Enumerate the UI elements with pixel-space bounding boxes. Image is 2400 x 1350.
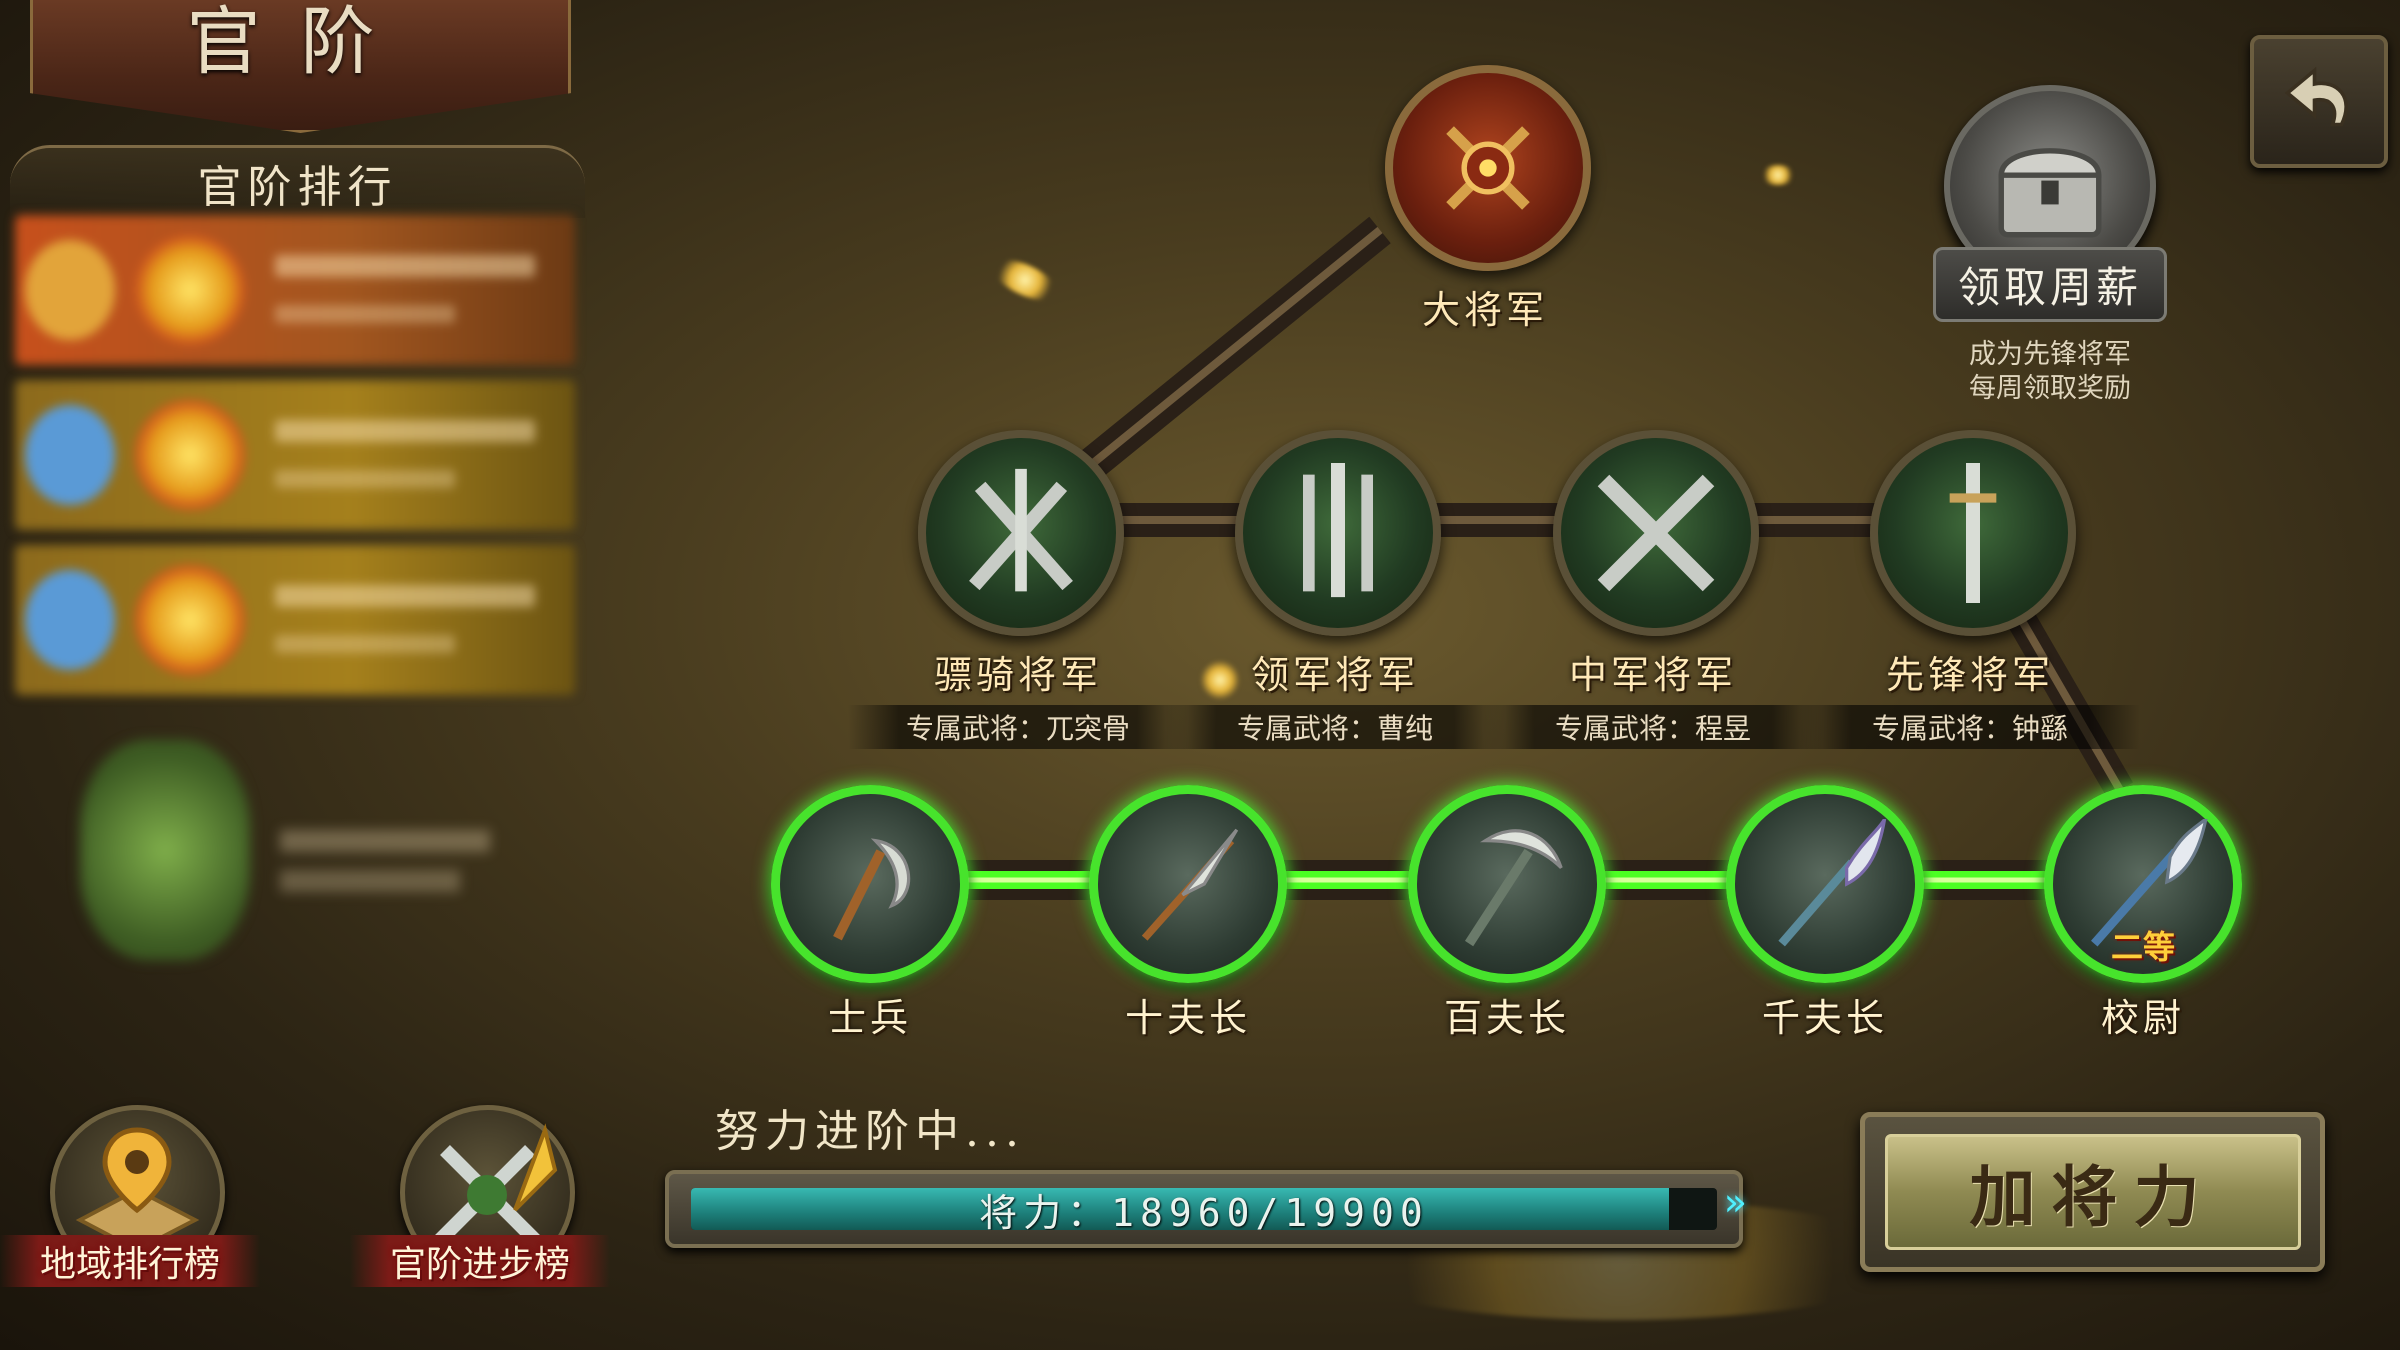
ranking-header: 官阶排行 — [10, 145, 585, 218]
rank-node-squad-leader[interactable]: 十夫长 — [1088, 785, 1288, 1042]
add-power-button[interactable]: 加将力 — [1860, 1112, 2325, 1272]
rank-name: 十夫长 — [1124, 996, 1251, 1040]
ranking-row-text — [275, 585, 535, 607]
dagger-icon — [1089, 785, 1287, 983]
page-title: 官阶 — [186, 0, 415, 85]
rank-name: 中军将军 — [1568, 653, 1737, 697]
progress-track: 将力：18960/19900 — [691, 1188, 1717, 1230]
ranking-row-1[interactable] — [15, 215, 575, 365]
rank-node-grand-general[interactable]: 大将军 — [1385, 65, 1591, 334]
add-power-button-face: 加将力 — [1884, 1134, 2301, 1250]
avatar — [25, 405, 115, 505]
rank-progress-button[interactable]: 官阶进步榜 — [350, 1105, 610, 1305]
weekly-salary-chest[interactable]: 领取周薪 成为先锋将军 每周领取奖励 — [1900, 85, 2200, 405]
back-button[interactable] — [2250, 35, 2388, 168]
ranking-header-label: 官阶排行 — [197, 162, 398, 213]
ranking-row-text — [275, 635, 455, 653]
rank-node-general-3[interactable]: 中军将军 专属武将：程昱 — [1483, 430, 1823, 749]
rank-name: 大将军 — [1421, 288, 1548, 332]
player-avatar — [80, 740, 250, 960]
exclusive-general: 专属武将：兀突骨 — [848, 705, 1188, 749]
back-arrow-icon — [2284, 66, 2348, 126]
rank-node-chiliarch[interactable]: 千夫长 — [1725, 785, 1925, 1042]
ranking-row-2[interactable] — [15, 380, 575, 530]
rank-name: 先锋将军 — [1885, 653, 2054, 697]
exclusive-general: 专属武将：曹纯 — [1165, 705, 1505, 749]
rank-name: 百夫长 — [1443, 996, 1570, 1040]
rank-name: 领军将军 — [1250, 653, 1419, 697]
halberd-icon: 二等 — [2044, 785, 2242, 983]
power-progress-bar: 将力：18960/19900 » — [665, 1170, 1747, 1248]
rank-node-centurion[interactable]: 百夫长 — [1407, 785, 1607, 1042]
progress-arrows-icon: » — [1723, 1180, 1747, 1224]
avatar — [25, 570, 115, 670]
rank-medal-icon — [135, 400, 245, 510]
glaive-icon — [1726, 785, 1924, 983]
pickaxe-icon — [1408, 785, 1606, 983]
chest-hint-line-1: 成为先锋将军 — [1969, 339, 2131, 370]
rank-node-soldier[interactable]: 士兵 — [770, 785, 970, 1042]
ranking-row-text — [275, 305, 455, 323]
add-power-label: 加将力 — [1969, 1158, 2216, 1236]
rank-progress-label: 官阶进步榜 — [350, 1235, 610, 1287]
axe-icon — [771, 785, 969, 983]
player-row-text — [280, 870, 460, 892]
triple-swords-icon — [1235, 430, 1441, 636]
avatar — [25, 240, 115, 340]
double-swords-icon — [1553, 430, 1759, 636]
rank-name: 校尉 — [2100, 996, 2185, 1040]
ranking-row-text — [275, 255, 535, 277]
ranking-row-text — [275, 470, 455, 488]
exclusive-general: 专属武将：钟繇 — [1800, 705, 2140, 749]
rank-node-general-1[interactable]: 骠骑将军 专属武将：兀突骨 — [848, 430, 1188, 749]
rank-node-general-2[interactable]: 领军将军 专属武将：曹纯 — [1165, 430, 1505, 749]
rank-name: 千夫长 — [1761, 996, 1888, 1040]
rank-node-colonel[interactable]: 二等 校尉 — [2043, 785, 2243, 1042]
crossed-swords-icon — [918, 430, 1124, 636]
claim-weekly-salary-button[interactable]: 领取周薪 — [1932, 247, 2167, 322]
ranking-row-3[interactable] — [15, 545, 575, 695]
rank-node-general-4[interactable]: 先锋将军 专属武将：钟繇 — [1800, 430, 2140, 749]
rank-name: 士兵 — [827, 996, 912, 1040]
player-ranking-row[interactable] — [40, 700, 580, 980]
single-sword-icon — [1870, 430, 2076, 636]
player-row-text — [280, 830, 490, 852]
exclusive-general: 专属武将：程昱 — [1483, 705, 1823, 749]
region-rank-button[interactable]: 地域排行榜 — [0, 1105, 260, 1305]
grand-general-emblem-icon — [1385, 65, 1591, 271]
progress-text: 将力：18960/19900 — [979, 1190, 1429, 1231]
region-rank-label: 地域排行榜 — [0, 1235, 260, 1287]
chest-hint: 成为先锋将军 每周领取奖励 — [1900, 338, 2200, 406]
grade-badge: 二等 — [2110, 928, 2176, 966]
chest-hint-line-2: 每周领取奖励 — [1969, 373, 2131, 404]
rank-medal-icon — [135, 565, 245, 675]
rank-medal-icon — [135, 235, 245, 345]
progress-label: 努力进阶中... — [715, 1106, 1025, 1157]
ranking-row-text — [275, 420, 535, 442]
rank-name: 骠骑将军 — [933, 653, 1102, 697]
